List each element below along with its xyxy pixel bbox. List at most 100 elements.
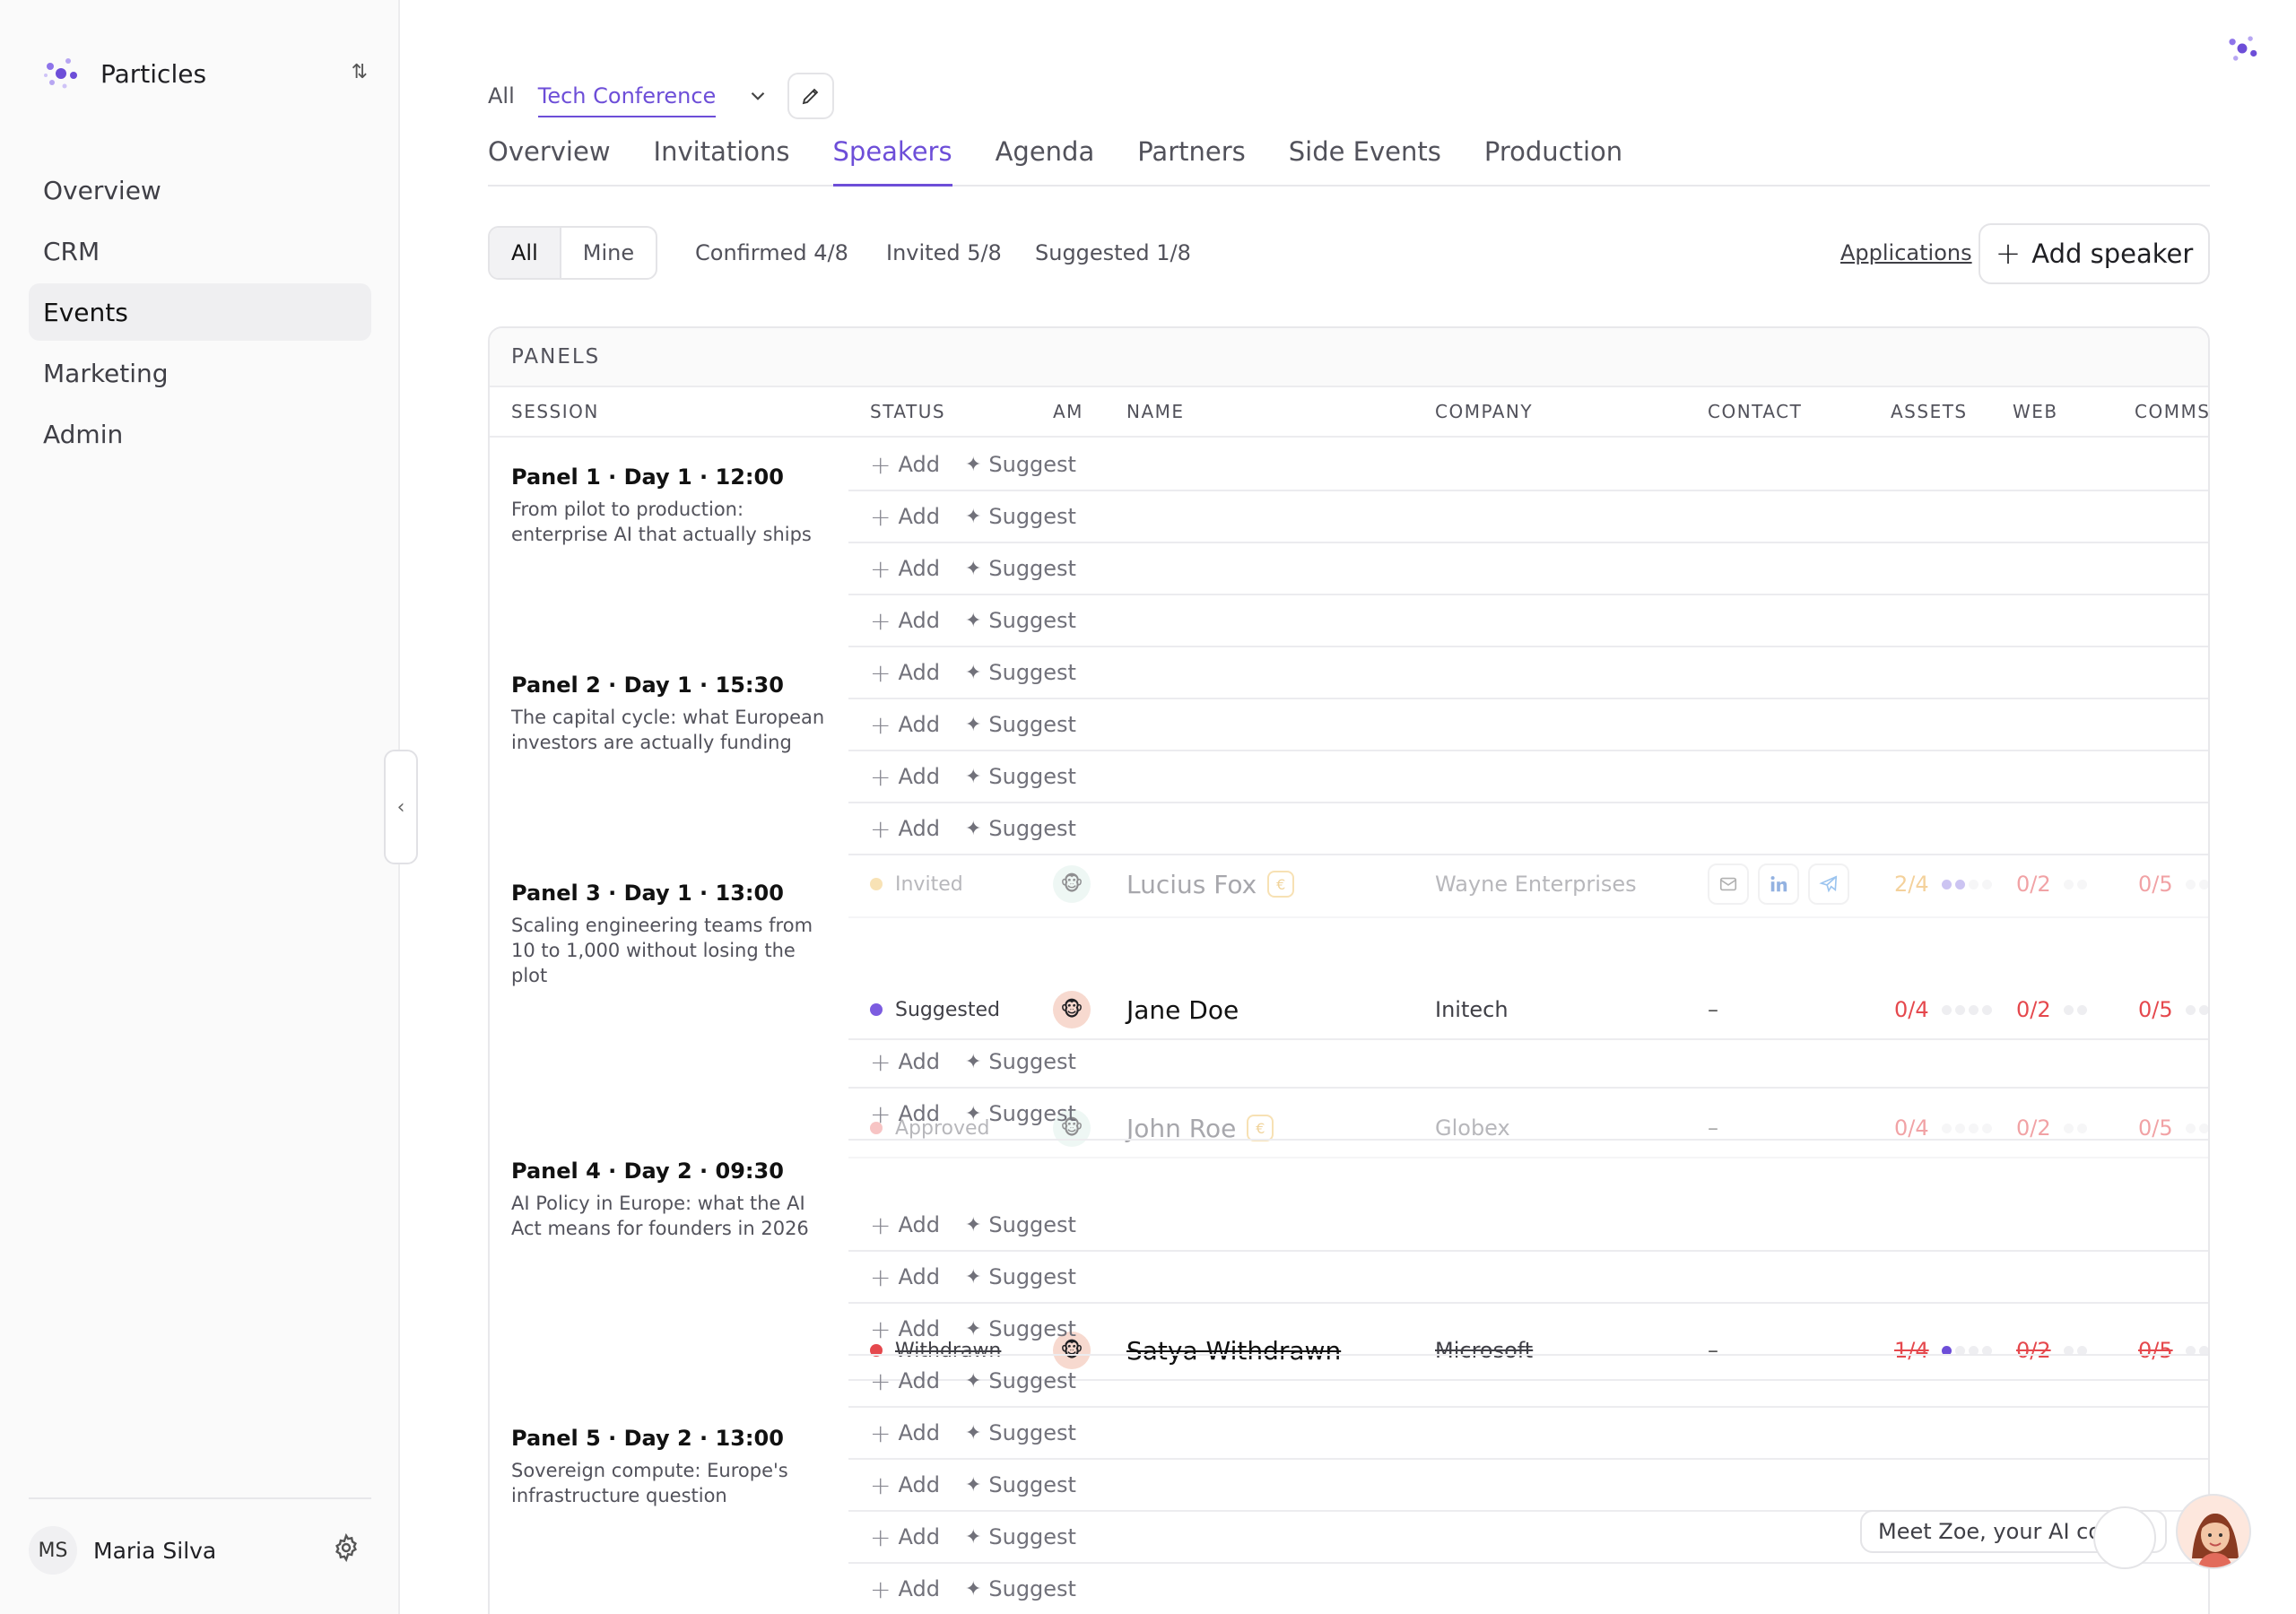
suggest-speaker-button[interactable]: ✦ Suggest [965, 1420, 1076, 1445]
suggest-speaker-button[interactable]: ✦ Suggest [965, 1049, 1076, 1074]
tab-production[interactable]: Production [1484, 131, 1622, 187]
sidebar-item-admin[interactable]: Admin [29, 405, 371, 463]
add-speaker-slot-button[interactable]: + Add [870, 554, 940, 584]
suggest-speaker-button[interactable]: ✦ Suggest [965, 556, 1076, 581]
add-speaker-slot-button[interactable]: + Add [870, 1523, 940, 1552]
session-title: Panel 3 · Day 1 · 13:00 [511, 881, 784, 906]
sparkle-icon: ✦ [964, 1317, 982, 1341]
add-speaker-slot-button[interactable]: + Add [870, 450, 940, 480]
switch-workspace-icon[interactable]: ⇅ [352, 61, 368, 83]
suggest-speaker-button[interactable]: ✦ Suggest [965, 1101, 1076, 1126]
invited-count[interactable]: Invited 5/8 [886, 226, 1002, 280]
account-manager-avatar[interactable]: 🐵 [1053, 865, 1091, 903]
comms-progress[interactable]: 0/5 [2138, 855, 2208, 913]
add-speaker-slot-button[interactable]: + Add [870, 502, 940, 532]
add-speaker-slot-button[interactable]: + Add [870, 1419, 940, 1448]
section-header: PANELS [490, 328, 2208, 387]
suggest-speaker-button[interactable]: ✦ Suggest [965, 660, 1076, 685]
filter-all[interactable]: All [490, 228, 561, 278]
sidebar-item-overview[interactable]: Overview [29, 161, 371, 219]
filter-mine[interactable]: Mine [561, 228, 656, 278]
web-progress[interactable]: 0/2 [2016, 981, 2091, 1038]
add-speaker-slot-button[interactable]: + Add [870, 1471, 940, 1500]
crumb-tech-conference[interactable]: Tech Conference [537, 74, 717, 117]
add-label: Add [898, 504, 940, 529]
session-panel-2[interactable]: Panel 2 · Day 1 · 15:30 The capital cycl… [511, 671, 834, 755]
add-speaker-slot-button[interactable]: + Add [870, 606, 940, 636]
session-panel-3[interactable]: Panel 3 · Day 1 · 13:00 Scaling engineer… [511, 879, 834, 988]
email-icon[interactable] [1708, 863, 1749, 905]
speaker-filters: All Mine Confirmed 4/8 Invited 5/8 Sugge… [488, 223, 2210, 285]
add-label: Add [898, 452, 940, 477]
session-panel-5[interactable]: Panel 5 · Day 2 · 13:00 Sovereign comput… [511, 1424, 834, 1508]
add-label: Add [898, 556, 940, 581]
tab-partners[interactable]: Partners [1137, 131, 1246, 187]
assets-progress[interactable]: 0/4 [1894, 981, 1996, 1038]
applications-link[interactable]: Applications [1840, 226, 1972, 280]
user-profile[interactable]: MS Maria Silva [29, 1497, 371, 1601]
assets-progress[interactable]: 2/4 [1894, 855, 1996, 913]
tab-overview[interactable]: Overview [488, 131, 611, 187]
add-speaker-slot-button[interactable]: + Add [870, 710, 940, 740]
collapse-sidebar-button[interactable]: ‹ [384, 750, 418, 864]
suggest-speaker-button[interactable]: ✦ Suggest [965, 1576, 1076, 1601]
speaker-row[interactable]: Invited 🐵 Lucius Fox € Wayne Enterprises 2/4 0… [848, 855, 2208, 918]
add-speaker-slot-button[interactable]: + Add [870, 814, 940, 844]
workspace-name: Particles [100, 58, 207, 89]
comms-progress[interactable]: 0/5 [2138, 981, 2208, 1038]
suggest-speaker-button[interactable]: ✦ Suggest [965, 1316, 1076, 1341]
add-label: Add [898, 660, 940, 685]
add-speaker-slot-button[interactable]: + Add [870, 762, 940, 792]
confirmed-count[interactable]: Confirmed 4/8 [695, 226, 848, 280]
suggest-speaker-button[interactable]: ✦ Suggest [965, 1472, 1076, 1497]
suggest-speaker-button[interactable]: ✦ Suggest [965, 764, 1076, 789]
suggest-speaker-button[interactable]: ✦ Suggest [965, 504, 1076, 529]
sidebar-item-marketing[interactable]: Marketing [29, 344, 371, 402]
gear-icon[interactable] [332, 1533, 361, 1562]
add-speaker-button[interactable]: + Add speaker [1979, 223, 2210, 284]
tab-speakers[interactable]: Speakers [832, 131, 952, 187]
add-speaker-slot-button[interactable]: + Add [870, 658, 940, 688]
suggest-speaker-button[interactable]: ✦ Suggest [965, 1212, 1076, 1237]
speaker-name[interactable]: Jane Doe [1126, 981, 1239, 1038]
tab-agenda[interactable]: Agenda [996, 131, 1095, 187]
sidebar-item-events[interactable]: Events [29, 283, 371, 341]
add-speaker-slot-button[interactable]: + Add [870, 1210, 940, 1240]
suggest-speaker-button[interactable]: ✦ Suggest [965, 608, 1076, 633]
suggest-speaker-button[interactable]: ✦ Suggest [965, 712, 1076, 737]
status-badge[interactable]: Invited [870, 855, 963, 913]
add-speaker-slot-button[interactable]: + Add [870, 1263, 940, 1292]
suggest-speaker-button[interactable]: ✦ Suggest [965, 1524, 1076, 1549]
add-speaker-slot-button[interactable]: + Add [870, 1575, 940, 1604]
telegram-icon[interactable] [1808, 863, 1849, 905]
linkedin-icon[interactable] [1758, 863, 1799, 905]
add-speaker-slot-button[interactable]: + Add [870, 1367, 940, 1396]
session-panel-1[interactable]: Panel 1 · Day 1 · 12:00 From pilot to pr… [511, 463, 834, 547]
crumb-all-events[interactable]: All [488, 83, 515, 108]
session-description: AI Policy in Europe: what the AI Act mea… [511, 1193, 809, 1239]
edit-event-button[interactable] [787, 73, 835, 119]
suggest-speaker-button[interactable]: ✦ Suggest [965, 1368, 1076, 1393]
speaker-name[interactable]: Lucius Fox € [1126, 855, 1295, 913]
status-badge[interactable]: Suggested [870, 981, 1000, 1038]
session-panel-4[interactable]: Panel 4 · Day 2 · 09:30 AI Policy in Eur… [511, 1157, 834, 1241]
chevron-down-icon[interactable] [746, 84, 770, 108]
tab-invitations[interactable]: Invitations [654, 131, 790, 187]
add-speaker-slot-button[interactable]: + Add [870, 1047, 940, 1077]
workspace-switcher[interactable]: Particles ⇅ [41, 52, 368, 95]
web-progress[interactable]: 0/2 [2016, 855, 2091, 913]
suggested-count[interactable]: Suggested 1/8 [1035, 226, 1191, 280]
suggest-speaker-button[interactable]: ✦ Suggest [965, 452, 1076, 477]
progress-pip [1941, 879, 1952, 889]
progress-pip [1941, 1004, 1952, 1015]
copilot-avatar[interactable] [2176, 1494, 2251, 1569]
sidebar-item-crm[interactable]: CRM [29, 222, 371, 280]
add-label: Add [898, 1524, 940, 1549]
add-speaker-slot-button[interactable]: + Add [870, 1099, 940, 1129]
suggest-speaker-button[interactable]: ✦ Suggest [965, 816, 1076, 841]
suggest-speaker-button[interactable]: ✦ Suggest [965, 1264, 1076, 1289]
account-manager-avatar[interactable]: 🐵 [1053, 991, 1091, 1028]
tab-side-events[interactable]: Side Events [1289, 131, 1441, 187]
speaker-row[interactable]: Suggested 🐵 Jane Doe Initech – 0/4 0/2 0/5 [848, 981, 2208, 1040]
add-speaker-slot-button[interactable]: + Add [870, 1315, 940, 1344]
